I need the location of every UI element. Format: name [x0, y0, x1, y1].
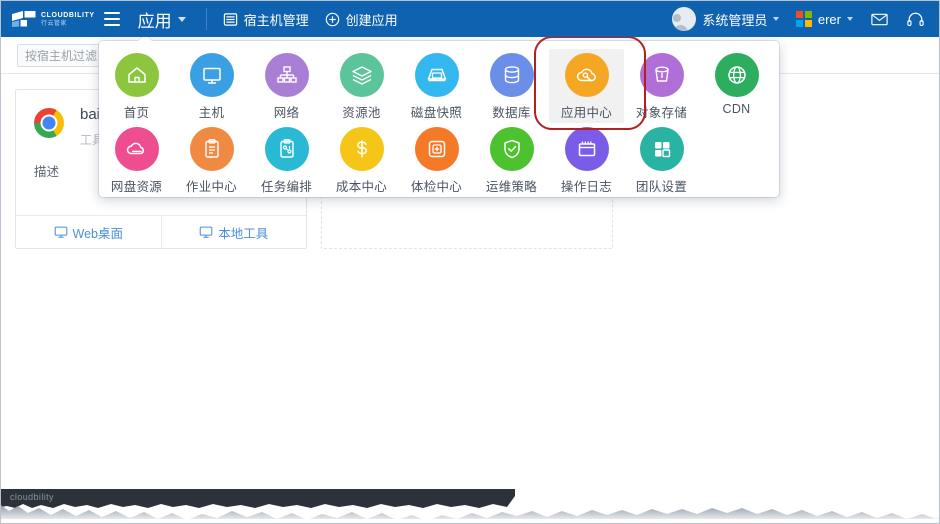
menu-label: 任务编排: [261, 176, 312, 195]
menu-label: 数据库: [492, 102, 530, 121]
menu-label: 对象存储: [636, 102, 687, 121]
menu-label: 网盘资源: [111, 176, 162, 195]
create-app-link[interactable]: 创建应用: [325, 10, 398, 29]
menu-row-1: 首页 主机: [99, 49, 779, 123]
menu-label: 网络: [274, 102, 300, 121]
brand-name: CLOUDBILITY: [41, 12, 95, 19]
header-divider: [206, 8, 207, 30]
host-manage-link[interactable]: 宿主机管理: [223, 10, 309, 29]
menu-label: 体检中心: [411, 176, 462, 195]
calendar-icon: [565, 127, 609, 171]
user-menu[interactable]: 系统管理员: [672, 7, 779, 31]
nav-app-dropdown[interactable]: 应用: [134, 7, 190, 32]
menu-item-operation-log[interactable]: 操作日志: [549, 123, 624, 197]
web-desktop-label: Web桌面: [73, 223, 123, 242]
local-tool-label: 本地工具: [218, 223, 268, 242]
windows-logo-icon: [796, 11, 812, 27]
create-app-label: 创建应用: [346, 10, 398, 29]
top-header: CLOUDBILITY 行云管家 应用 宿主机管理: [1, 1, 940, 37]
menu-label: 作业中心: [186, 176, 237, 195]
monitor-icon: [190, 53, 234, 97]
local-tool-button[interactable]: 本地工具: [161, 216, 307, 248]
app-card-actions: Web桌面 本地工具: [16, 215, 306, 248]
app-screenshot: CLOUDBILITY 行云管家 应用 宿主机管理: [0, 0, 940, 524]
menu-label: 成本中心: [336, 176, 387, 195]
menu-item-team-settings[interactable]: 团队设置: [624, 123, 699, 197]
menu-row-2: 网盘资源 作业中心: [99, 123, 779, 197]
brand-logo[interactable]: CLOUDBILITY 行云管家: [11, 8, 95, 30]
network-icon: [265, 53, 309, 97]
menu-label: 磁盘快照: [411, 102, 462, 121]
database-icon: [490, 53, 534, 97]
menu-label: 操作日志: [561, 176, 612, 195]
chevron-down-icon: [178, 17, 186, 22]
menu-item-network[interactable]: 网络: [249, 49, 324, 123]
dollar-icon: [340, 127, 384, 171]
menu-label: CDN: [723, 102, 751, 116]
app-menu-panel: 首页 主机: [99, 41, 779, 197]
mail-icon[interactable]: [870, 10, 889, 29]
menu-label: 资源池: [342, 102, 380, 121]
cloudbility-logo-icon: [11, 10, 37, 28]
menu-item-netdisk[interactable]: 网盘资源: [99, 123, 174, 197]
nav-app-label: 应用: [138, 7, 172, 32]
plus-circle-icon: [325, 12, 340, 27]
menu-item-home[interactable]: 首页: [99, 49, 174, 123]
avatar: [672, 7, 696, 31]
menu-item-cost-center[interactable]: 成本中心: [324, 123, 399, 197]
menu-item-ops-policy[interactable]: 运维策略: [474, 123, 549, 197]
menu-item-app-center[interactable]: 应用中心: [549, 49, 624, 123]
brand-subtitle: 行云管家: [41, 21, 95, 27]
menu-item-host[interactable]: 主机: [174, 49, 249, 123]
torn-paper-edge: [1, 475, 940, 523]
cloud-wrench-icon: [565, 53, 609, 97]
menu-item-task-orchestration[interactable]: 任务编排: [249, 123, 324, 197]
disk-icon: [415, 53, 459, 97]
clipboard-flow-icon: [265, 127, 309, 171]
chevron-down-icon: [773, 17, 779, 21]
monitor-icon: [54, 225, 68, 239]
menu-label: 应用中心: [561, 102, 612, 121]
header-right-group: 系统管理员 erer: [672, 7, 925, 31]
clipboard-list-icon: [190, 127, 234, 171]
menu-label: 主机: [199, 102, 225, 121]
cloud-disk-icon: [115, 127, 159, 171]
host-manage-label: 宿主机管理: [244, 10, 309, 29]
menu-label: 运维策略: [486, 176, 537, 195]
menu-item-object-storage[interactable]: 对象存储: [624, 49, 699, 123]
shield-check-icon: [490, 127, 534, 171]
globe-icon: [715, 53, 759, 97]
menu-item-job-center[interactable]: 作业中心: [174, 123, 249, 197]
menu-label: 团队设置: [636, 176, 687, 195]
menu-item-database[interactable]: 数据库: [474, 49, 549, 123]
first-aid-icon: [415, 127, 459, 171]
chevron-down-icon: [847, 17, 853, 21]
watermark-text: cloudbility: [10, 492, 54, 502]
chrome-icon: [34, 108, 64, 138]
server-icon: [223, 12, 238, 27]
menu-item-disk-snapshot[interactable]: 磁盘快照: [399, 49, 474, 123]
menu-item-health-center[interactable]: 体检中心: [399, 123, 474, 197]
user-name: 系统管理员: [702, 10, 767, 29]
hamburger-icon[interactable]: [104, 12, 120, 26]
bucket-icon: [640, 53, 684, 97]
grid-icon: [640, 127, 684, 171]
tenant-name: erer: [818, 12, 841, 27]
monitor-icon: [199, 225, 213, 239]
web-desktop-button[interactable]: Web桌面: [16, 216, 161, 248]
menu-label: 首页: [124, 102, 150, 121]
tenant-menu[interactable]: erer: [796, 11, 853, 27]
headset-icon[interactable]: [906, 10, 925, 29]
menu-item-resource-pool[interactable]: 资源池: [324, 49, 399, 123]
menu-item-cdn[interactable]: CDN: [699, 49, 774, 123]
home-icon: [115, 53, 159, 97]
layers-icon: [340, 53, 384, 97]
